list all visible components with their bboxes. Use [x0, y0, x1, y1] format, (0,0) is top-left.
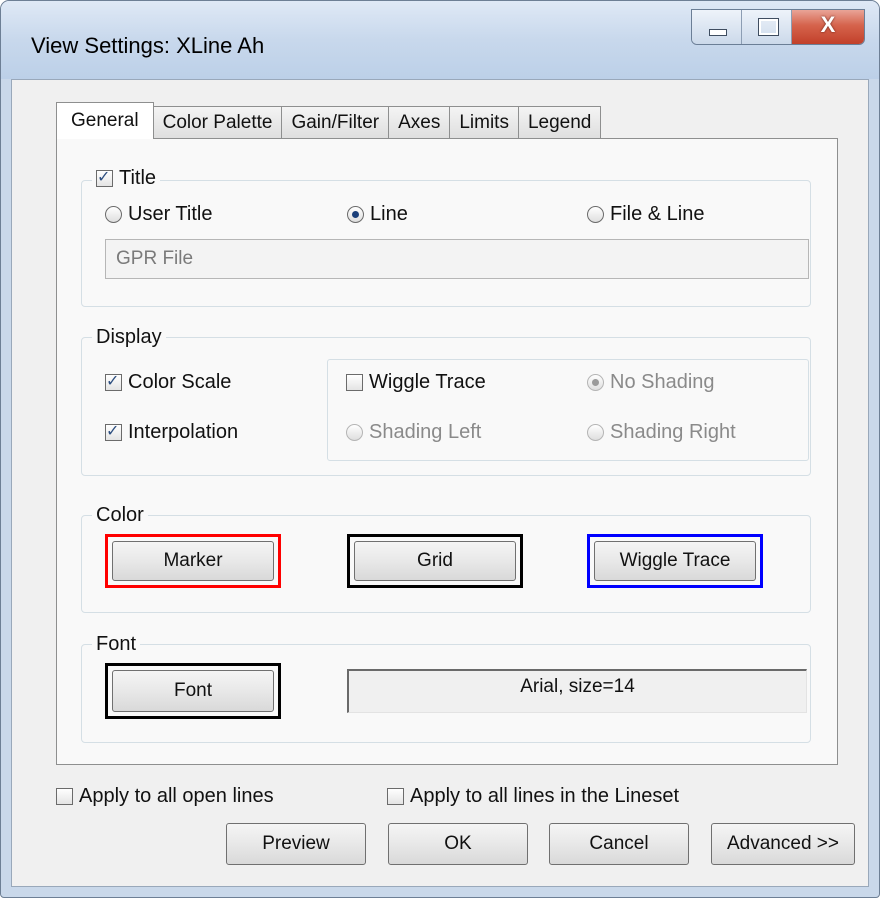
interpolation-checkbox[interactable] — [105, 421, 122, 441]
preview-button[interactable]: Preview — [226, 823, 366, 865]
tab-color-palette[interactable]: Color Palette — [152, 106, 283, 139]
no-shading-option: No Shading — [587, 371, 715, 394]
view-settings-dialog: View Settings: XLine Ah X General Color … — [0, 0, 880, 898]
title-bar[interactable]: View Settings: XLine Ah X — [1, 1, 879, 79]
wiggle-trace-color-button[interactable]: Wiggle Trace — [594, 541, 756, 581]
user-title-option[interactable]: User Title — [105, 203, 212, 226]
apply-open-lines-label: Apply to all open lines — [79, 785, 274, 807]
file-and-line-label: File & Line — [610, 203, 705, 225]
line-radio[interactable] — [347, 206, 364, 223]
title-checkbox-row[interactable]: Title — [96, 167, 156, 190]
close-icon: X — [820, 12, 836, 37]
apply-lineset-option[interactable]: Apply to all lines in the Lineset — [387, 785, 679, 808]
font-button[interactable]: Font — [112, 670, 274, 712]
apply-open-lines-option[interactable]: Apply to all open lines — [56, 785, 274, 808]
apply-lineset-label: Apply to all lines in the Lineset — [410, 785, 680, 807]
minimize-button[interactable] — [692, 10, 742, 44]
shading-left-label: Shading Left — [369, 421, 482, 443]
maximize-icon — [758, 18, 779, 36]
color-group-legend: Color — [96, 504, 144, 526]
font-group-legend: Font — [96, 633, 137, 655]
marker-color-button[interactable]: Marker — [112, 541, 274, 581]
window-title: View Settings: XLine Ah — [31, 33, 265, 58]
shading-right-radio — [587, 424, 604, 441]
font-button-frame: Font — [105, 663, 281, 719]
display-group-legend: Display — [96, 326, 162, 348]
font-display: Arial, size=14 — [347, 669, 807, 713]
shading-right-label: Shading Right — [610, 421, 736, 443]
user-title-input[interactable]: GPR File — [105, 239, 809, 279]
general-tab-panel: Title User Title Line File & Line GPR Fi… — [56, 138, 838, 765]
tab-gain-filter[interactable]: Gain/Filter — [281, 106, 390, 139]
line-label: Line — [370, 203, 408, 225]
wiggle-trace-option[interactable]: Wiggle Trace — [346, 371, 486, 394]
title-checkbox-label: Title — [119, 167, 157, 189]
interpolation-option[interactable]: Interpolation — [105, 421, 238, 444]
line-option[interactable]: Line — [347, 203, 408, 226]
no-shading-label: No Shading — [610, 371, 715, 393]
advanced-button[interactable]: Advanced >> — [711, 823, 855, 865]
file-and-line-radio[interactable] — [587, 206, 604, 223]
caption-buttons: X — [691, 9, 865, 45]
apply-open-lines-checkbox[interactable] — [56, 788, 73, 805]
color-scale-label: Color Scale — [128, 371, 232, 393]
minimize-icon — [709, 29, 727, 36]
title-checkbox[interactable] — [96, 167, 113, 187]
grid-color-button[interactable]: Grid — [354, 541, 516, 581]
color-scale-option[interactable]: Color Scale — [105, 371, 231, 394]
user-title-radio[interactable] — [105, 206, 122, 223]
tab-legend[interactable]: Legend — [517, 106, 602, 139]
tab-general[interactable]: General — [56, 102, 154, 139]
wiggle-trace-label: Wiggle Trace — [369, 371, 486, 393]
interpolation-label: Interpolation — [128, 421, 239, 443]
cancel-button[interactable]: Cancel — [549, 823, 689, 865]
maximize-button[interactable] — [742, 10, 792, 44]
wiggle-trace-checkbox[interactable] — [346, 374, 363, 391]
user-title-label: User Title — [128, 203, 213, 225]
color-scale-checkbox[interactable] — [105, 371, 122, 391]
ok-button[interactable]: OK — [388, 823, 528, 865]
grid-color-swatch: Grid — [347, 534, 523, 588]
title-group: Title — [81, 167, 811, 307]
shading-left-option: Shading Left — [346, 421, 481, 444]
shading-left-radio — [346, 424, 363, 441]
tab-limits[interactable]: Limits — [449, 106, 519, 139]
no-shading-radio — [587, 374, 604, 391]
marker-color-swatch: Marker — [105, 534, 281, 588]
file-and-line-option[interactable]: File & Line — [587, 203, 705, 226]
apply-lineset-checkbox[interactable] — [387, 788, 404, 805]
tab-strip: General Color Palette Gain/Filter Axes L… — [56, 102, 602, 139]
tab-axes[interactable]: Axes — [388, 106, 451, 139]
title-group-legend: Title — [92, 167, 160, 193]
shading-right-option: Shading Right — [587, 421, 736, 444]
wiggle-trace-color-swatch: Wiggle Trace — [587, 534, 763, 588]
dialog-body: General Color Palette Gain/Filter Axes L… — [11, 79, 869, 887]
close-button[interactable]: X — [792, 10, 864, 44]
